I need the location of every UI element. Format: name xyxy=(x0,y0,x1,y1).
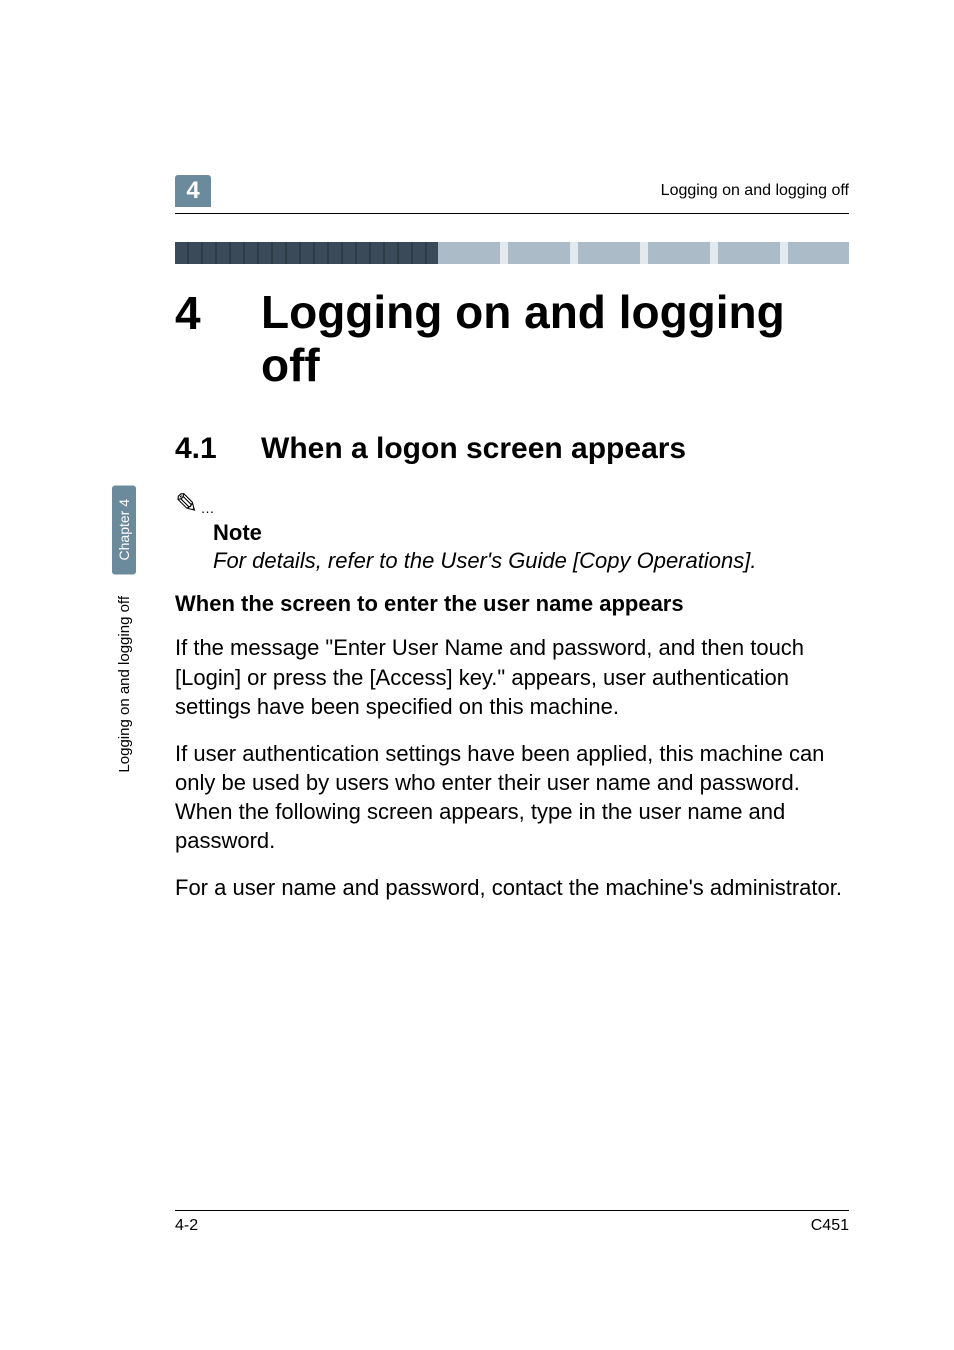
header-rule xyxy=(175,213,849,214)
chapter-number-badge: 4 xyxy=(175,175,211,207)
footer-model: C451 xyxy=(811,1217,849,1235)
sidebar-title: Logging on and logging off xyxy=(116,596,133,773)
heading-2: 4.1 When a logon screen appears xyxy=(175,432,849,466)
heading-1: 4 Logging on and logging off xyxy=(175,286,849,392)
running-header-title: Logging on and logging off xyxy=(661,182,849,200)
decorative-gradient-bar xyxy=(175,242,849,264)
note-icon: ✎… xyxy=(175,490,849,518)
footer: 4-2 C451 xyxy=(175,1210,849,1235)
note-block: ✎… Note For details, refer to the User's… xyxy=(175,490,849,576)
heading-2-number: 4.1 xyxy=(175,432,261,466)
sidebar-tab: Chapter 4 Logging on and logging off xyxy=(112,485,136,773)
heading-3: When the screen to enter the user name a… xyxy=(175,591,849,617)
pencil-icon: ✎ xyxy=(175,488,198,519)
sidebar-chapter-label: Chapter 4 xyxy=(112,485,136,574)
body-paragraph: For a user name and password, contact th… xyxy=(175,873,849,902)
note-label: Note xyxy=(213,520,849,546)
body-paragraph: If the message "Enter User Name and pass… xyxy=(175,633,849,720)
footer-page-number: 4-2 xyxy=(175,1217,198,1235)
header: 4 Logging on and logging off xyxy=(175,175,849,207)
body-paragraph: If user authentication settings have bee… xyxy=(175,739,849,855)
note-text: For details, refer to the User's Guide [… xyxy=(213,546,849,576)
heading-2-text: When a logon screen appears xyxy=(261,432,686,466)
footer-rule xyxy=(175,1210,849,1211)
heading-1-number: 4 xyxy=(175,286,261,340)
heading-1-text: Logging on and logging off xyxy=(261,286,849,392)
